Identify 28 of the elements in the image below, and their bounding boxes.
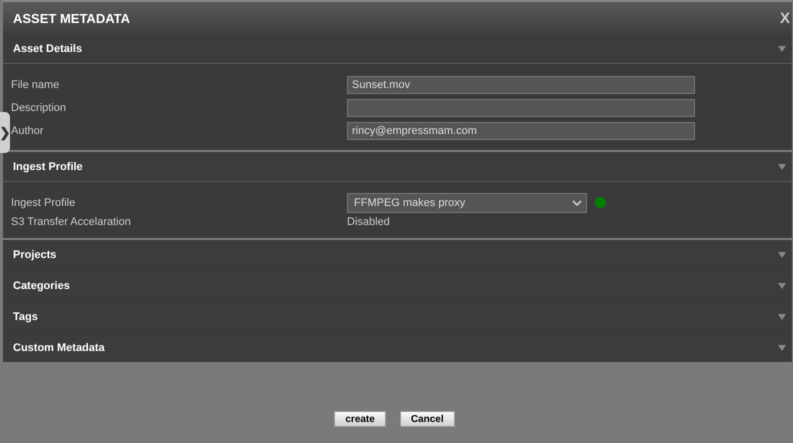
text-field[interactable] xyxy=(347,98,695,116)
dropdown-arrow-icon xyxy=(778,314,786,320)
section-title: Tags xyxy=(13,310,38,322)
field-label: File name xyxy=(11,78,60,90)
dropdown-arrow-icon xyxy=(778,164,786,170)
field-label: Description xyxy=(11,102,68,114)
chevron-icon xyxy=(572,200,582,206)
text-field[interactable]: rincy@empressmam.com xyxy=(347,122,695,140)
field-value: Disabled xyxy=(347,216,390,228)
action-button[interactable]: create xyxy=(334,411,386,427)
section-title: Custom Metadata xyxy=(13,342,105,354)
field-label: Ingest Profile xyxy=(11,196,76,208)
section-title: Asset Details xyxy=(13,42,82,54)
section-title: Projects xyxy=(13,248,56,260)
dropdown-arrow-icon xyxy=(778,344,786,350)
section-title: Categories xyxy=(13,280,70,292)
profile-dropdown[interactable]: FFMPEG makes proxy xyxy=(347,192,587,212)
action-button[interactable]: Cancel xyxy=(400,411,455,427)
window-title: ASSET METADATA xyxy=(13,10,130,26)
field-label: Author xyxy=(11,124,44,136)
close-button[interactable]: X xyxy=(778,10,792,26)
dropdown-arrow-icon xyxy=(778,282,786,288)
text-field[interactable]: Sunset.mov xyxy=(347,76,695,94)
dropdown-arrow-icon xyxy=(778,46,786,52)
dropdown-arrow-icon xyxy=(778,252,786,258)
side-panel-handle[interactable]: ❯ xyxy=(0,112,10,153)
field-label: S3 Transfer Accelaration xyxy=(11,216,132,228)
section-title: Ingest Profile xyxy=(13,160,83,172)
